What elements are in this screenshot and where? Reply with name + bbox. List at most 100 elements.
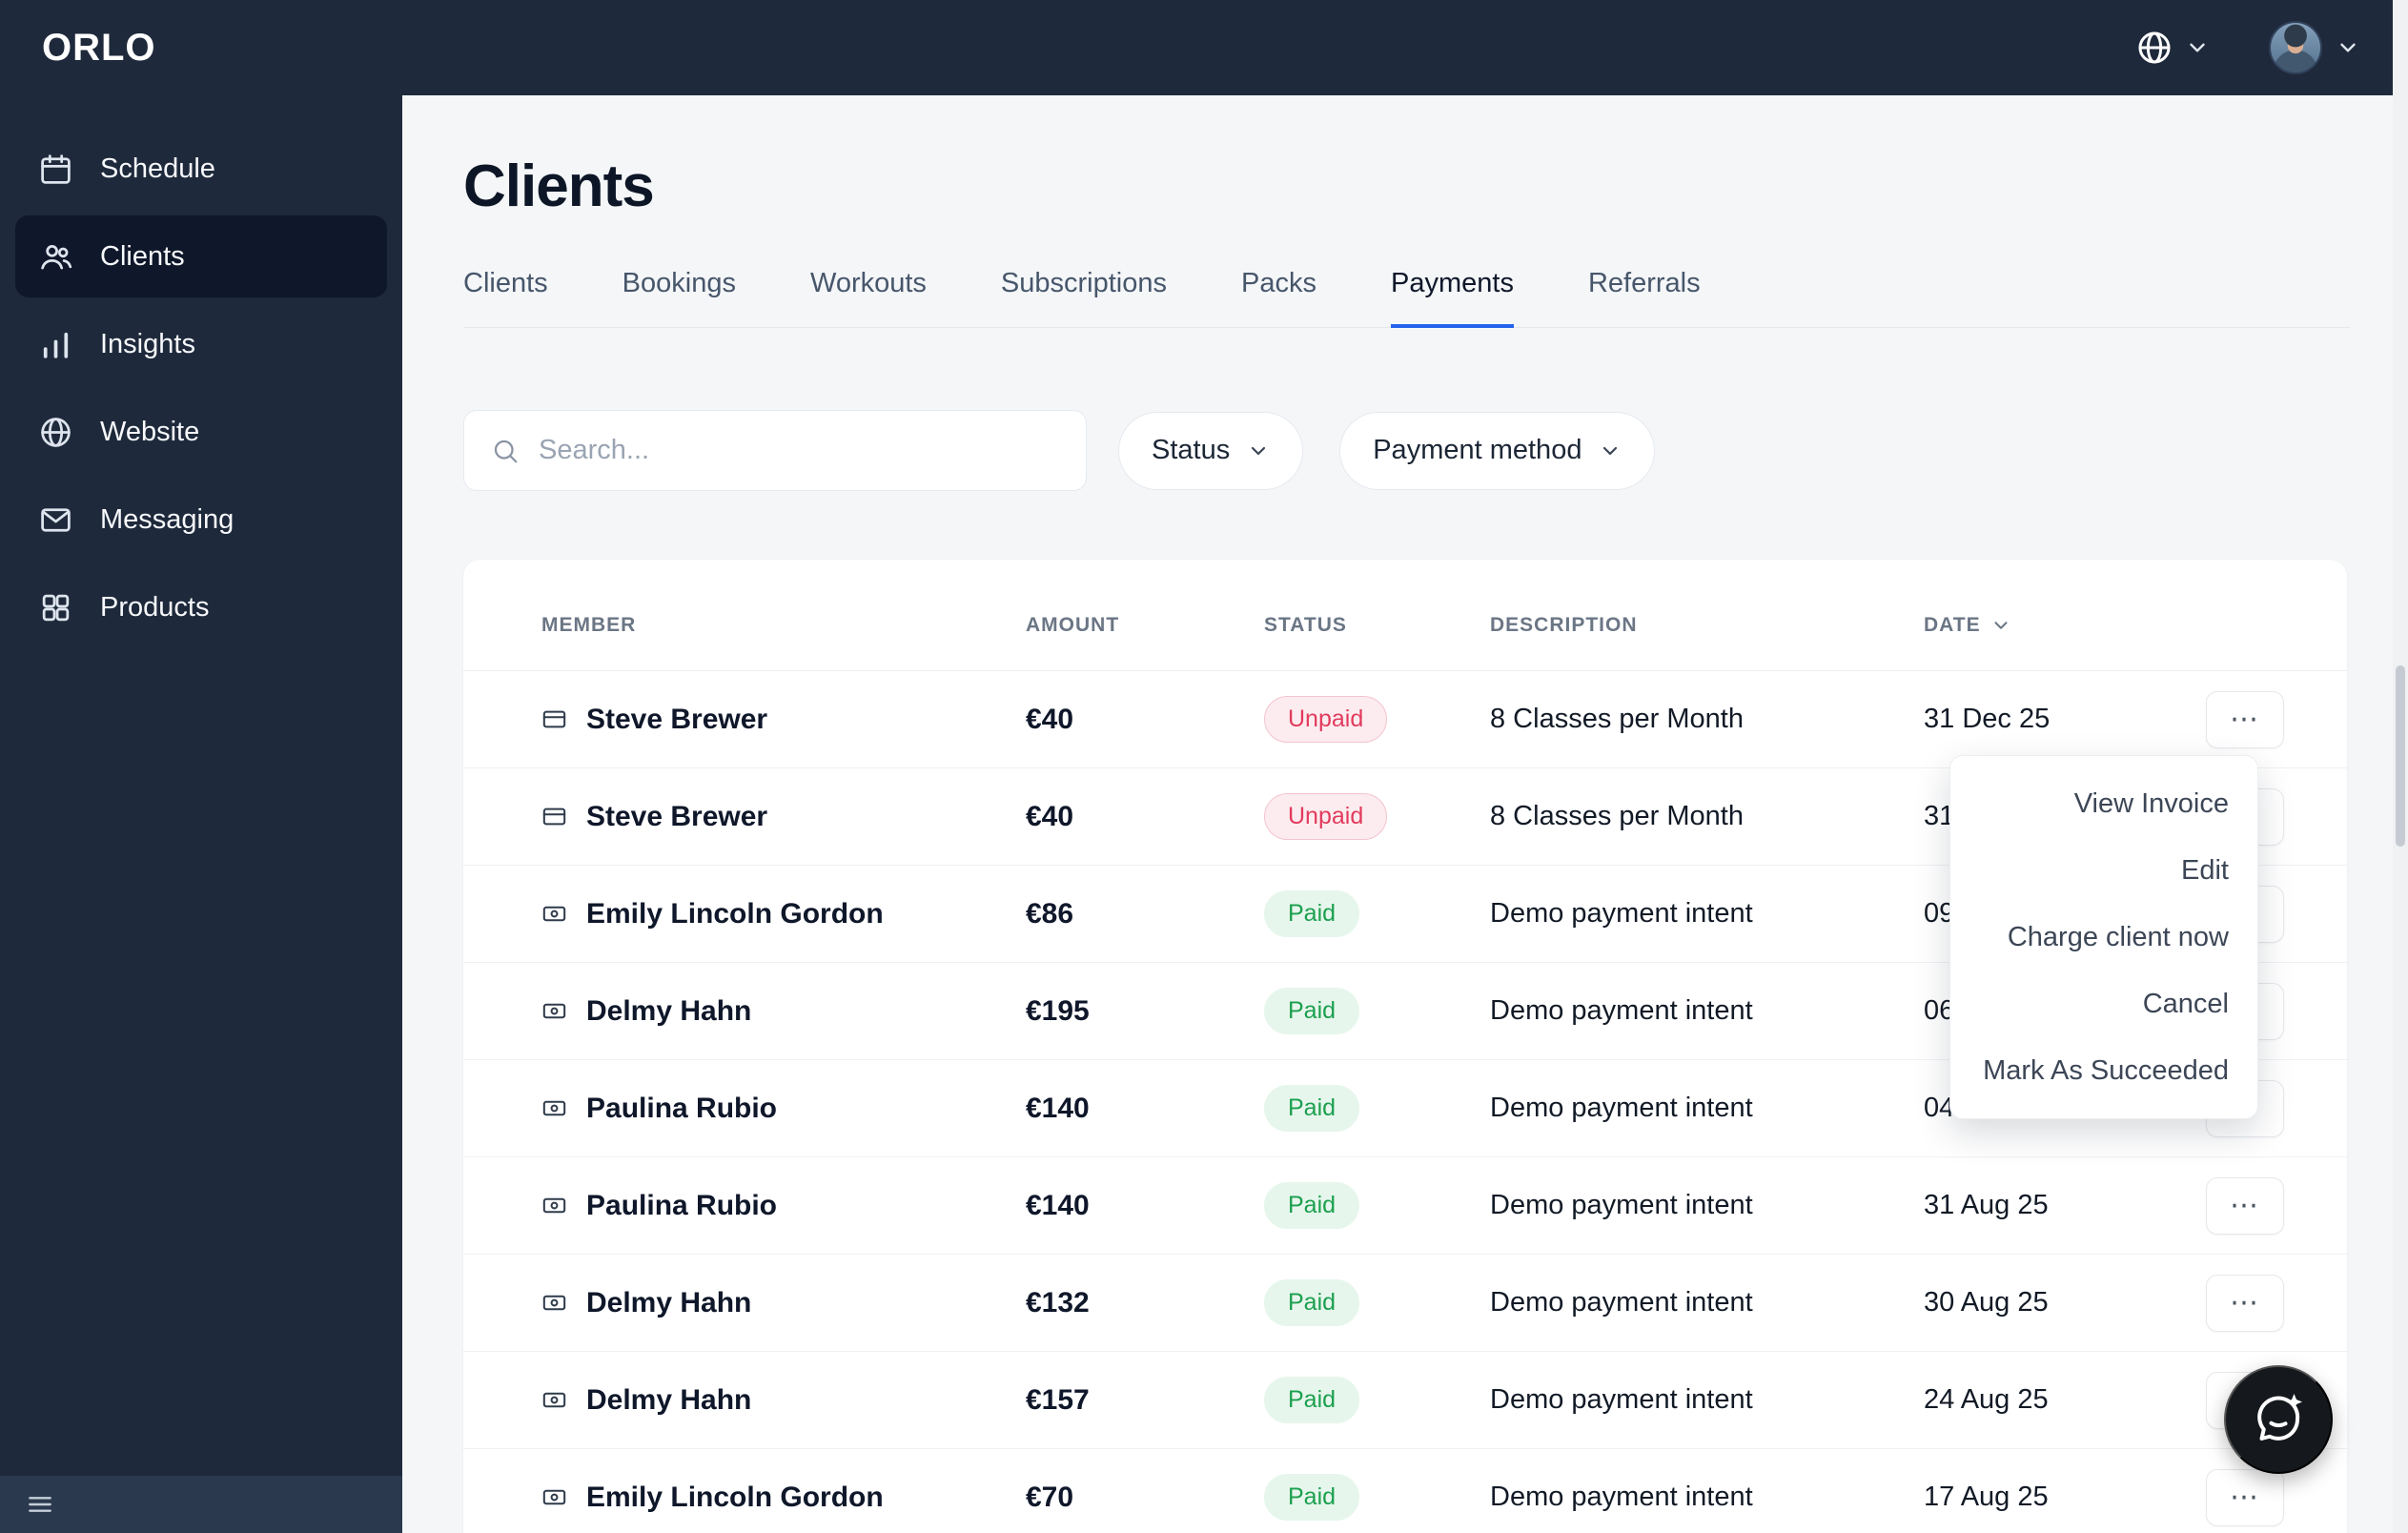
sidebar-footer — [0, 1476, 402, 1533]
payment-method-filter-button[interactable]: Payment method — [1339, 411, 1656, 490]
status-cell: Paid — [1264, 1279, 1490, 1326]
member-name: Steve Brewer — [586, 800, 768, 832]
member-cell: Delmy Hahn — [541, 995, 1026, 1028]
date: 17 Aug 25 — [1924, 1482, 2049, 1512]
status-cell: Paid — [1264, 1182, 1490, 1229]
status-cell: Unpaid — [1264, 696, 1490, 743]
chat-button[interactable] — [2224, 1365, 2333, 1474]
tab-clients[interactable]: Clients — [463, 268, 548, 328]
sidebar-item-messaging[interactable]: Messaging — [15, 479, 387, 561]
sidebar-item-website[interactable]: Website — [15, 391, 387, 473]
member-name: Steve Brewer — [586, 703, 768, 735]
date: 31 Aug 25 — [1924, 1190, 2049, 1220]
globe-icon — [2135, 29, 2173, 67]
sidebar-item-insights[interactable]: Insights — [15, 303, 387, 385]
column-label: DESCRIPTION — [1490, 614, 1638, 636]
sidebar-item-clients[interactable]: Clients — [15, 215, 387, 297]
status-badge: Unpaid — [1264, 793, 1388, 840]
member-name: Emily Lincoln Gordon — [586, 897, 884, 930]
chevron-down-icon — [2185, 35, 2210, 60]
topbar: ORLO — [0, 0, 2408, 95]
tab-subscriptions[interactable]: Subscriptions — [1001, 268, 1167, 328]
chevron-down-icon — [1990, 615, 2011, 636]
sidebar: Schedule Clients Insights Website Messaging P… — [0, 95, 402, 1533]
search-icon — [491, 437, 520, 465]
menu-item-edit[interactable]: Edit — [1950, 837, 2257, 904]
member-cell: Steve Brewer — [541, 704, 1026, 736]
status-badge: Paid — [1264, 1474, 1360, 1521]
tab-bookings[interactable]: Bookings — [622, 268, 736, 328]
member-cell: Delmy Hahn — [541, 1384, 1026, 1417]
member-name: Delmy Hahn — [586, 1286, 752, 1318]
status-badge: Paid — [1264, 890, 1360, 937]
messaging-icon — [38, 502, 73, 538]
tab-referrals[interactable]: Referrals — [1588, 268, 1701, 328]
row-actions-button[interactable]: ⋯ — [2206, 1274, 2284, 1332]
tab-packs[interactable]: Packs — [1241, 268, 1316, 328]
member-name: Paulina Rubio — [586, 1189, 778, 1221]
date: 31 Dec 25 — [1924, 704, 2051, 734]
amount: €40 — [1026, 703, 1074, 735]
credit-card-icon — [541, 706, 567, 732]
banknote-icon — [541, 1095, 567, 1121]
sidebar-nav: Schedule Clients Insights Website Messaging P… — [0, 128, 402, 648]
status-cell: Unpaid — [1264, 793, 1490, 840]
description: Demo payment intent — [1490, 898, 1753, 929]
search-input[interactable] — [539, 435, 1059, 466]
credit-card-icon — [541, 804, 567, 829]
banknote-icon — [541, 1387, 567, 1413]
row-actions-button[interactable]: ⋯ — [2206, 690, 2284, 748]
member-cell: Delmy Hahn — [541, 1287, 1026, 1319]
sidebar-item-label: Schedule — [100, 153, 215, 184]
menu-item-view-invoice[interactable]: View Invoice — [1950, 770, 2257, 837]
sidebar-item-label: Clients — [100, 240, 185, 272]
chat-icon — [2250, 1391, 2307, 1448]
table-row: Paulina Rubio €140 Paid Demo payment intent… — [463, 1157, 2347, 1255]
language-button[interactable] — [2135, 29, 2210, 67]
row-actions-button[interactable]: ⋯ — [2206, 1176, 2284, 1235]
hamburger-icon[interactable] — [25, 1489, 55, 1520]
tab-payments[interactable]: Payments — [1391, 268, 1514, 328]
column-label: AMOUNT — [1026, 614, 1120, 636]
column-header-status: STATUS — [1264, 614, 1490, 637]
tab-workouts[interactable]: Workouts — [810, 268, 927, 328]
status-filter-button[interactable]: Status — [1118, 411, 1304, 490]
member-cell: Emily Lincoln Gordon — [541, 898, 1026, 930]
status-cell: Paid — [1264, 1474, 1490, 1521]
menu-item-charge-client-now[interactable]: Charge client now — [1950, 904, 2257, 971]
scrollbar-track — [2393, 0, 2408, 1533]
column-header-description: DESCRIPTION — [1490, 614, 1924, 637]
banknote-icon — [541, 998, 567, 1024]
scrollbar-thumb[interactable] — [2396, 665, 2405, 847]
status-cell: Paid — [1264, 1377, 1490, 1423]
insights-icon — [38, 327, 73, 362]
banknote-icon — [541, 1193, 567, 1218]
menu-item-cancel[interactable]: Cancel — [1950, 971, 2257, 1037]
actions-cell: ⋯ — [2206, 1176, 2284, 1235]
column-header-amount: AMOUNT — [1026, 614, 1264, 637]
banknote-icon — [541, 1484, 567, 1510]
profile-button[interactable] — [2269, 21, 2360, 74]
menu-item-mark-as-succeeded[interactable]: Mark As Succeeded — [1950, 1037, 2257, 1104]
calendar-icon — [38, 152, 73, 187]
filter-bar: Status Payment method — [463, 410, 2350, 491]
column-header-date[interactable]: DATE — [1924, 614, 2206, 637]
table-row: Delmy Hahn €132 Paid Demo payment intent 30 … — [463, 1255, 2347, 1352]
description: Demo payment intent — [1490, 1190, 1753, 1220]
status-badge: Paid — [1264, 1279, 1360, 1326]
tabs: Clients Bookings Workouts Subscriptions Pack… — [463, 268, 2350, 328]
sidebar-item-products[interactable]: Products — [15, 566, 387, 648]
description: Demo payment intent — [1490, 1482, 1753, 1512]
amount: €140 — [1026, 1189, 1090, 1221]
sidebar-item-schedule[interactable]: Schedule — [15, 128, 387, 210]
sidebar-item-label: Products — [100, 591, 210, 623]
member-cell: Steve Brewer — [541, 801, 1026, 833]
row-actions-button[interactable]: ⋯ — [2206, 1468, 2284, 1526]
status-filter-label: Status — [1152, 435, 1231, 465]
sidebar-item-label: Messaging — [100, 503, 235, 535]
amount: €195 — [1026, 994, 1090, 1027]
member-cell: Paulina Rubio — [541, 1093, 1026, 1125]
member-name: Emily Lincoln Gordon — [586, 1481, 884, 1513]
chevron-down-icon — [1247, 439, 1270, 462]
description: Demo payment intent — [1490, 995, 1753, 1026]
